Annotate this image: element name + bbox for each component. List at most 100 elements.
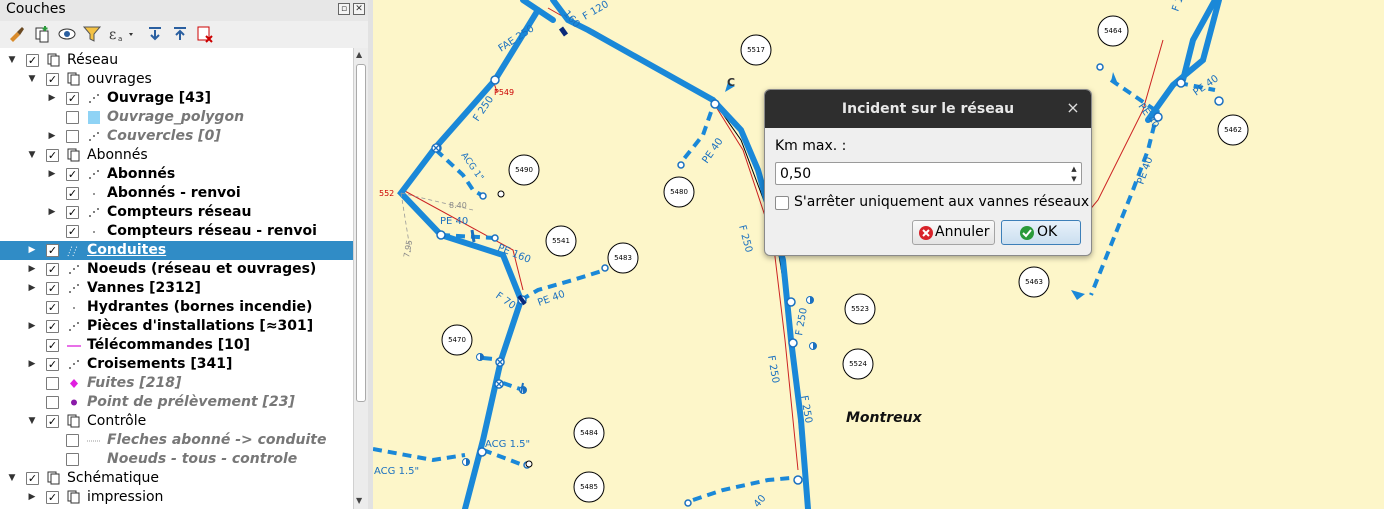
expand-arrow-icon[interactable]: ▶ [47,129,57,143]
layer-row[interactable]: ▶ ✓ Noeuds (réseau et ouvrages) [0,260,353,279]
ok-button[interactable]: OK [1001,220,1081,245]
layer-visibility-checkbox[interactable]: ✓ [46,282,59,295]
scroll-up-icon[interactable]: ▲ [356,50,362,59]
layer-visibility-checkbox[interactable]: ✓ [26,54,39,67]
layer-visibility-checkbox[interactable]: ✓ [66,168,79,181]
cancel-button[interactable]: Annuler [912,220,995,245]
expand-arrow-icon[interactable]: ▶ [27,357,37,371]
layer-visibility-checkbox[interactable]: ✓ [46,415,59,428]
layer-visibility-checkbox[interactable]: ✓ [46,358,59,371]
map-letter: C [727,76,735,89]
svg-text:ε: ε [109,27,116,43]
collapse-arrow-icon[interactable]: ▼ [27,72,37,86]
dialog-title-bar[interactable]: Incident sur le réseau × [765,90,1091,128]
layer-tree[interactable]: ▼ ✓ Réseau ▼ ✓ ouvrages ▶ ✓ Ouvrage [43] ✓ Ouvrage… [0,48,353,509]
collapse-arrow-icon[interactable]: ▼ [7,471,17,485]
expand-arrow-icon[interactable]: ▶ [27,281,37,295]
spin-down-icon[interactable]: ▼ [1068,174,1080,184]
layers-toolbar: εa [0,21,372,47]
collapse-arrow-icon[interactable]: ▼ [27,414,37,428]
expand-all-icon[interactable] [145,24,165,44]
layer-visibility-checkbox[interactable]: ✓ [46,396,59,409]
layer-visibility-checkbox[interactable]: ✓ [26,472,39,485]
layer-row[interactable]: ✓ Point de prélèvement [23] [0,393,353,412]
layer-visibility-checkbox[interactable]: ✓ [46,377,59,390]
visibility-eye-icon[interactable] [57,24,77,44]
layer-row[interactable]: ▶ ✓ Abonnés [0,165,353,184]
layer-visibility-checkbox[interactable]: ✓ [46,301,59,314]
scrollbar-thumb[interactable] [356,64,366,402]
layer-visibility-checkbox[interactable]: ✓ [66,92,79,105]
layer-visibility-checkbox[interactable]: ✓ [66,206,79,219]
layer-row[interactable]: ✓ Noeuds - tous - controle [0,450,353,469]
expand-arrow-icon[interactable]: ▶ [27,243,37,257]
filter-icon[interactable] [82,24,102,44]
spin-up-icon[interactable]: ▲ [1068,164,1080,174]
layer-visibility-checkbox[interactable]: ✓ [46,339,59,352]
layer-row[interactable]: ✓ Hydrantes (bornes incendie) [0,298,353,317]
layer-row[interactable]: ▼ ✓ ouvrages [0,70,353,89]
collapse-arrow-icon[interactable]: ▼ [27,148,37,162]
layer-visibility-checkbox[interactable]: ✓ [46,491,59,504]
layer-row[interactable]: ▶ ✓ impression [0,488,353,507]
close-icon[interactable]: × [1066,100,1080,116]
layer-row[interactable]: ✓ Fuites [218] [0,374,353,393]
pipe-label: F 1 [1170,0,1186,13]
layer-row[interactable]: ▼ ✓ Abonnés [0,146,353,165]
layer-row[interactable]: ▶ ✓ Conduites [0,241,353,260]
layer-row[interactable]: ▼ ✓ Schématique [0,469,353,488]
layer-visibility-checkbox[interactable]: ✓ [66,225,79,238]
layer-row[interactable]: ▶ ✓ Croisements [341] [0,355,353,374]
purple-dot-symbol-icon [67,396,81,409]
layer-tree-scrollbar[interactable]: ▲ ▼ [353,48,368,509]
restore-icon[interactable]: ▫ [338,3,350,15]
scroll-down-icon[interactable]: ▼ [356,496,362,505]
layer-row[interactable]: ✓ Fleches abonné -> conduite [0,431,353,450]
layer-row[interactable]: ✓ Ouvrage_polygon [0,108,353,127]
layer-row[interactable]: ▼ ✓ Réseau [0,51,353,70]
expand-arrow-icon[interactable]: ▶ [47,91,57,105]
node-number: 5480 [670,188,688,196]
layer-row[interactable]: ▶ ✓ Ouvrage [43] [0,89,353,108]
layer-visibility-checkbox[interactable]: ✓ [46,73,59,86]
layer-visibility-checkbox[interactable]: ✓ [66,111,79,124]
layer-visibility-checkbox[interactable]: ✓ [66,187,79,200]
expand-arrow-icon[interactable]: ▶ [27,319,37,333]
remove-layer-icon[interactable] [195,24,215,44]
layer-row[interactable]: ✓ Compteurs réseau - renvoi [0,222,353,241]
layer-row[interactable]: ▶ ✓ Vannes [2312] [0,279,353,298]
expression-filter-icon[interactable]: εa [107,24,137,44]
stop-at-valves-checkbox[interactable] [775,196,789,210]
layer-label: Point de prélèvement [23] [87,394,295,410]
km-max-spinbox[interactable]: ▲ ▼ [775,162,1082,185]
layer-visibility-checkbox[interactable]: ✓ [46,263,59,276]
layer-visibility-checkbox[interactable]: ✓ [66,434,79,447]
node-number: 5483 [614,254,632,262]
layer-row[interactable]: ▶ ✓ Pièces d'installations [≈301] [0,317,353,336]
layer-row[interactable]: ✓ Télécommandes [10] [0,336,353,355]
polygon-layer-icon [87,111,101,124]
stop-at-valves-option[interactable]: S'arrêter uniquement aux vannes réseaux [775,194,1089,212]
layer-row[interactable]: ▶ ✓ Couvercles [0] [0,127,353,146]
dimension-label: 8.40 [449,201,467,210]
style-brush-icon[interactable] [6,24,26,44]
close-icon[interactable]: ✕ [353,3,365,15]
layer-visibility-checkbox[interactable]: ✓ [46,320,59,333]
layer-row[interactable]: ▶ ✓ Compteurs réseau [0,203,353,222]
layer-visibility-checkbox[interactable]: ✓ [46,149,59,162]
layer-row[interactable]: ▼ ✓ Contrôle [0,412,353,431]
layer-visibility-checkbox[interactable]: ✓ [66,453,79,466]
add-group-icon[interactable] [32,24,52,44]
expand-arrow-icon[interactable]: ▶ [47,205,57,219]
layer-visibility-checkbox[interactable]: ✓ [66,130,79,143]
expand-arrow-icon[interactable]: ▶ [27,490,37,504]
layer-visibility-checkbox[interactable]: ✓ [46,244,59,257]
layer-label: Fleches abonné -> conduite [107,432,327,448]
layer-label: Noeuds (réseau et ouvrages) [87,261,317,277]
km-max-input[interactable] [780,165,1060,183]
layer-row[interactable]: ✓ Abonnés - renvoi [0,184,353,203]
expand-arrow-icon[interactable]: ▶ [27,262,37,276]
collapse-all-icon[interactable] [170,24,190,44]
collapse-arrow-icon[interactable]: ▼ [7,53,17,67]
expand-arrow-icon[interactable]: ▶ [47,167,57,181]
